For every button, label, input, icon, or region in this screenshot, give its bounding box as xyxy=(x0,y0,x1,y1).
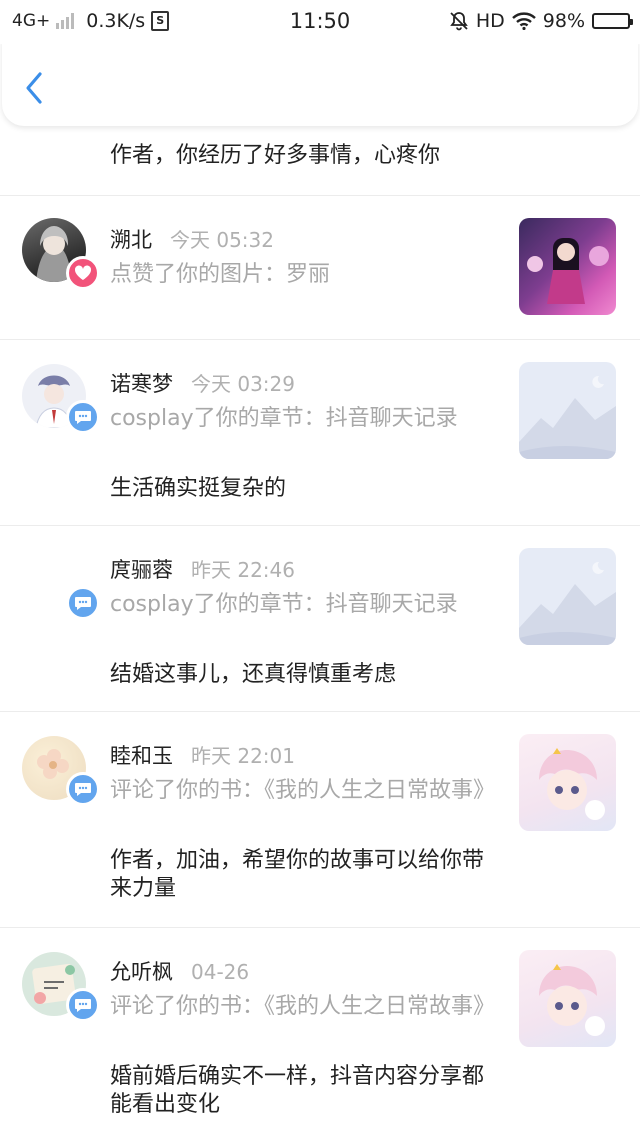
status-bar: 4G+ 0.3K/s S 11:50 HD 98% xyxy=(0,0,640,44)
battery-icon xyxy=(592,13,633,29)
chat-badge xyxy=(66,400,100,434)
comment-text: 作者，加油，希望你的故事可以给你带来力量 xyxy=(110,848,485,901)
chevron-left-icon xyxy=(26,72,42,104)
timestamp: 昨天 22:46 xyxy=(191,558,295,582)
chat-badge xyxy=(66,772,100,806)
chat-icon xyxy=(75,411,91,424)
list-item[interactable]: 睦和玉 昨天 22:01 评论了你的书：《我的人生之日常故事》 作者，加油，希望你… xyxy=(0,712,640,928)
user-name-text[interactable]: 溯北 xyxy=(110,228,152,252)
content-thumbnail[interactable] xyxy=(519,734,616,831)
user-name-text[interactable]: 允听枫 xyxy=(110,960,173,984)
nav-header xyxy=(2,40,638,126)
chat-icon xyxy=(75,597,91,610)
list-item[interactable]: 作者，你经历了好多事情，心疼你 xyxy=(0,126,640,196)
doll-image xyxy=(527,238,609,304)
chat-badge xyxy=(66,586,100,620)
book-cover-image xyxy=(539,748,605,820)
user-name-text[interactable]: 诺寒梦 xyxy=(110,372,173,396)
content-thumbnail[interactable] xyxy=(519,218,616,315)
action-text: 评论了你的书：《我的人生之日常故事》 xyxy=(110,994,496,1019)
user-name[interactable]: 诺寒梦 今天 03:29 xyxy=(110,368,295,398)
user-name[interactable]: 睦和玉 昨天 22:01 xyxy=(110,740,295,770)
heart-icon xyxy=(74,265,92,280)
content-thumbnail[interactable] xyxy=(519,548,616,645)
comment-text: 作者，你经历了好多事情，心疼你 xyxy=(110,143,441,168)
timestamp: 昨天 22:01 xyxy=(191,744,295,768)
chat-icon xyxy=(75,783,91,796)
wifi-icon xyxy=(511,12,536,30)
user-name[interactable]: 庹骊蓉 昨天 22:46 xyxy=(110,554,295,584)
timestamp: 今天 05:32 xyxy=(170,228,274,252)
action-text: 评论了你的书：《我的人生之日常故事》 xyxy=(110,778,496,803)
status-right: HD 98% xyxy=(449,10,633,32)
list-item[interactable]: 庹骊蓉 昨天 22:46 cosplay了你的章节：抖音聊天记录 结婚这事儿，还真… xyxy=(0,526,640,712)
user-name-text[interactable]: 睦和玉 xyxy=(110,744,173,768)
comment-text: 婚前婚后确实不一样，抖音内容分享都能看出变化 xyxy=(110,1064,485,1117)
mute-bell-icon xyxy=(450,12,468,31)
book-cover-image xyxy=(539,964,605,1036)
comment-text: 结婚这事儿，还真得慎重考虑 xyxy=(110,662,397,687)
content-thumbnail[interactable] xyxy=(519,362,616,459)
notification-list: 作者，你经历了好多事情，心疼你 溯北 今天 05:32 点赞了你的图片：罗丽 诺… xyxy=(0,126,640,1144)
comment-text: 生活确实挺复杂的 xyxy=(110,476,287,501)
back-button[interactable] xyxy=(20,68,50,108)
content-thumbnail[interactable] xyxy=(519,950,616,1047)
list-item[interactable]: 允听枫 04-26 评论了你的书：《我的人生之日常故事》 婚前婚后确实不一样，抖音… xyxy=(0,928,640,1144)
user-name[interactable]: 允听枫 04-26 xyxy=(110,956,249,986)
chat-icon xyxy=(75,999,91,1012)
action-text: cosplay了你的章节：抖音聊天记录 xyxy=(110,406,458,431)
action-text: 点赞了你的图片：罗丽 xyxy=(110,262,331,287)
list-item[interactable]: 诺寒梦 今天 03:29 cosplay了你的章节：抖音聊天记录 生活确实挺复杂的 xyxy=(0,340,640,526)
timestamp: 今天 03:29 xyxy=(191,372,295,396)
hd-label: HD xyxy=(475,10,505,32)
chat-badge xyxy=(66,988,100,1022)
list-item[interactable]: 溯北 今天 05:32 点赞了你的图片：罗丽 xyxy=(0,196,640,340)
user-name-text[interactable]: 庹骊蓉 xyxy=(110,558,173,582)
timestamp: 04-26 xyxy=(191,960,250,984)
image-placeholder-icon xyxy=(519,561,616,645)
image-placeholder-icon xyxy=(519,375,616,459)
user-name[interactable]: 溯北 今天 05:32 xyxy=(110,224,274,254)
heart-badge xyxy=(66,256,100,290)
action-text: cosplay了你的章节：抖音聊天记录 xyxy=(110,592,458,617)
battery-percent: 98% xyxy=(542,10,585,32)
